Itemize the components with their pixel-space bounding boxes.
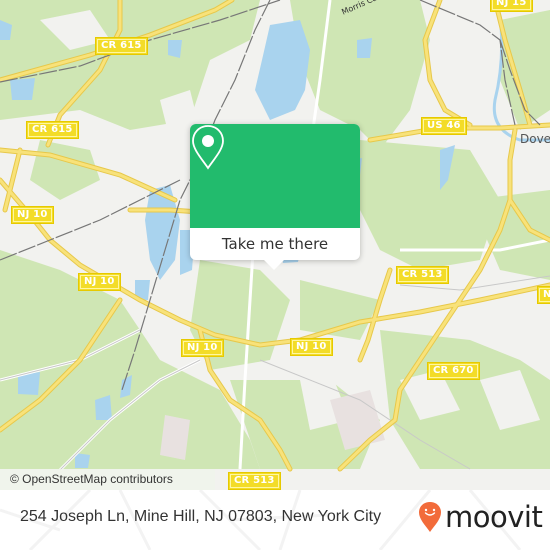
road-shield-cr513: CR 513 xyxy=(228,472,281,490)
road-shield-us46: US 46 xyxy=(421,117,467,135)
road-shield-nj10: NJ 10 xyxy=(181,339,224,357)
road-shield-cr615: CR 615 xyxy=(26,121,79,139)
footer: 254 Joseph Ln, Mine Hill, NJ 07803, New … xyxy=(0,490,550,550)
road-shield-cr670: CR 670 xyxy=(427,362,480,380)
map-view[interactable]: CR 615 CR 615 NJ 15 US 46 NJ 10 NJ 10 NJ… xyxy=(0,0,550,490)
road-shield-cr615: CR 615 xyxy=(95,37,148,55)
map-pin-icon xyxy=(192,125,224,170)
place-label-dover: Dover xyxy=(520,132,550,146)
popup-pointer xyxy=(264,260,284,270)
road-shield-nj10: NJ 10 xyxy=(11,206,54,224)
moovit-logo[interactable]: moovit xyxy=(418,500,543,534)
road-shield-nj15: NJ 15 xyxy=(490,0,533,12)
take-me-there-button[interactable]: Take me there xyxy=(190,228,360,260)
moovit-pin-icon xyxy=(419,502,441,532)
road-shield-cr513: CR 513 xyxy=(396,266,449,284)
road-shield-nj10: NJ 10 xyxy=(290,338,333,356)
brand-name: moovit xyxy=(445,500,543,534)
map-attribution[interactable]: © OpenStreetMap contributors xyxy=(0,469,215,490)
road-shield-nj10: NJ 10 xyxy=(78,273,121,291)
popup-header xyxy=(190,124,360,228)
road-shield-edge: N xyxy=(537,286,550,304)
destination-popup: Take me there xyxy=(190,124,360,270)
address-text: 254 Joseph Ln, Mine Hill, NJ 07803, New … xyxy=(20,508,382,525)
